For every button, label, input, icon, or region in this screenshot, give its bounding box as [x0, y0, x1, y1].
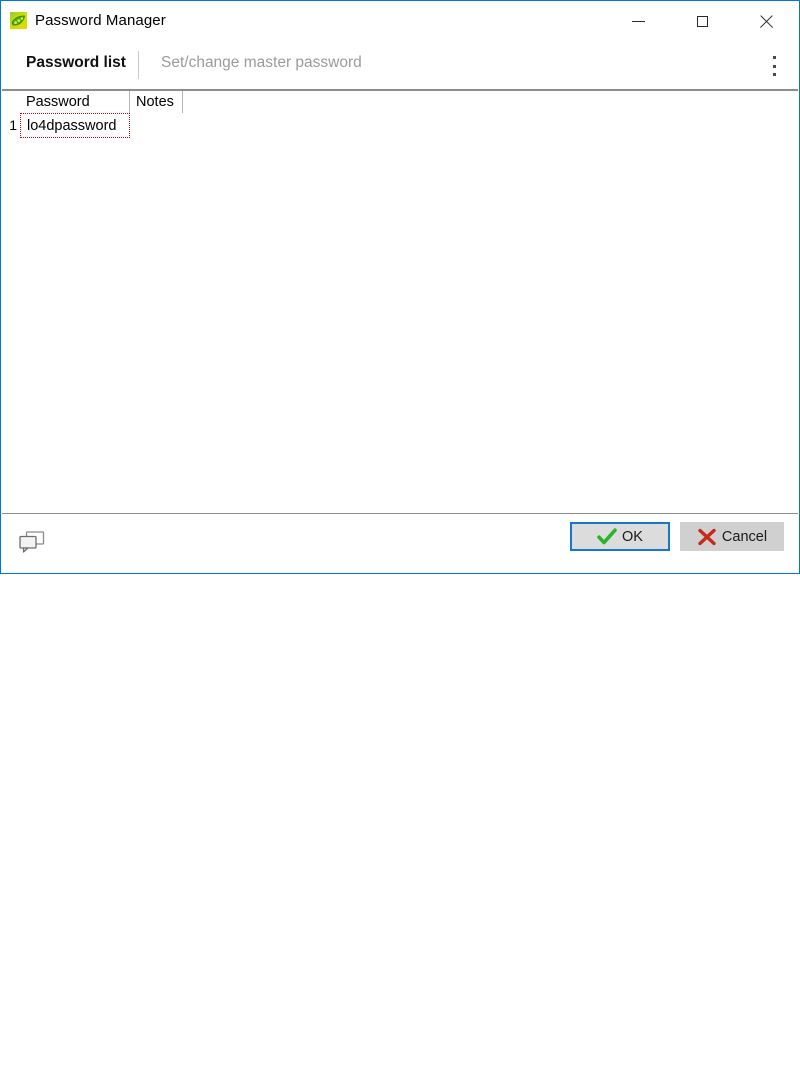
cancel-button-label: Cancel: [721, 528, 768, 545]
maximize-icon: [696, 16, 708, 27]
column-header-rownum: [2, 91, 20, 113]
column-header-password-label: Password: [20, 91, 130, 113]
kebab-dot-1: [772, 56, 776, 59]
watermark-suffix: .com: [722, 1047, 785, 1079]
red-x-icon: [697, 528, 717, 546]
column-header-filler: [183, 91, 798, 113]
column-header-notes-label: Notes: [130, 91, 183, 113]
password-manager-window: Password Manager Password list Set/chang…: [0, 0, 800, 1081]
row-filler-value: [183, 113, 798, 138]
column-header-filler-label: [183, 91, 798, 113]
table-header-row: Password Notes: [2, 91, 798, 113]
column-header-password[interactable]: Password: [20, 91, 130, 113]
ok-button[interactable]: OK: [570, 522, 670, 551]
tab-set-change-master-password[interactable]: Set/change master password: [161, 54, 362, 72]
green-check-icon: [597, 527, 617, 546]
row-filler-cell: [183, 113, 798, 138]
ok-button-label: OK: [622, 528, 643, 545]
minimize-icon: [631, 21, 645, 22]
close-icon: [759, 15, 773, 29]
row-number-cell: 1: [2, 113, 20, 138]
minimize-button[interactable]: [615, 6, 661, 37]
notes-cell[interactable]: [130, 113, 183, 138]
chat-bubbles-icon[interactable]: [19, 531, 45, 553]
password-cell[interactable]: lo4dpassword: [20, 113, 130, 138]
window-title: Password Manager: [35, 12, 166, 29]
tab-divider: [138, 51, 139, 79]
maximize-button[interactable]: [679, 6, 725, 37]
kebab-dot-2: [772, 64, 776, 68]
row-number-label: 1: [9, 117, 17, 133]
close-button[interactable]: [743, 6, 789, 37]
table-row[interactable]: 1 lo4dpassword: [2, 113, 798, 138]
column-header-rownum-label: [2, 91, 20, 113]
tab-bar: Password list Set/change master password: [1, 41, 799, 89]
kebab-dot-3: [772, 73, 776, 76]
column-header-notes[interactable]: Notes: [130, 91, 183, 113]
password-table: Password Notes 1 lo4dpassword: [2, 91, 798, 138]
password-list-grid[interactable]: Password Notes 1 lo4dpassword: [2, 89, 798, 514]
tab-password-list[interactable]: Password list: [26, 54, 126, 72]
dialog-footer: OK Cancel LO4D .com: [2, 514, 798, 1081]
notes-cell-value[interactable]: [130, 113, 183, 138]
cancel-button[interactable]: Cancel: [680, 522, 784, 551]
pea-pod-app-icon: [10, 12, 27, 29]
title-bar: Password Manager: [1, 1, 799, 41]
lo4d-watermark: LO4D .com: [577, 1031, 785, 1081]
password-cell-value[interactable]: lo4dpassword: [20, 113, 130, 138]
watermark-text: LO4D: [609, 1037, 716, 1081]
kebab-menu-icon[interactable]: [763, 53, 785, 79]
